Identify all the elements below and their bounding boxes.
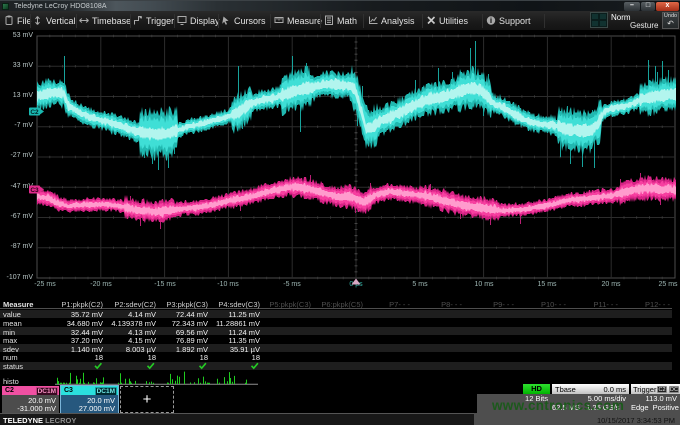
svg-text:C3: C3: [30, 187, 39, 194]
svg-text:C2: C2: [30, 109, 39, 116]
